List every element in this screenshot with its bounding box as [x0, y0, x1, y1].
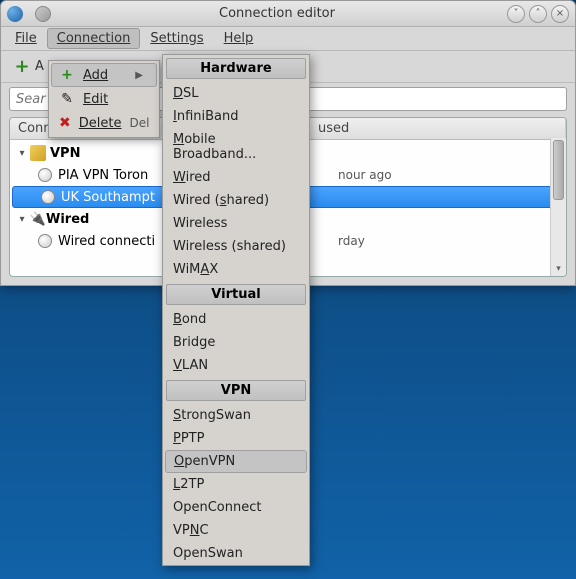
submenu-item-dsl[interactable]: DSL: [163, 82, 309, 105]
pencil-icon: ✎: [59, 91, 75, 107]
connection-icon: [38, 234, 52, 248]
add-connection-submenu: Hardware DSL InfiniBand Mobile Broadband…: [162, 54, 310, 566]
submenu-item-bridge[interactable]: Bridge: [163, 331, 309, 354]
submenu-header-virtual: Virtual: [166, 284, 306, 305]
minimize-button[interactable]: ˅: [507, 5, 525, 23]
menu-file[interactable]: File: [5, 28, 47, 49]
submenu-header-vpn: VPN: [166, 380, 306, 401]
submenu-item-wireless-shared[interactable]: Wireless (shared): [163, 235, 309, 258]
chevron-down-icon[interactable]: ▾: [14, 148, 30, 159]
menu-item-add[interactable]: + Add ▶: [51, 63, 157, 87]
titlebar-aux-icon[interactable]: [35, 6, 51, 22]
submenu-item-wimax[interactable]: WiMAX: [163, 258, 309, 281]
plus-icon: +: [13, 58, 31, 76]
vpn-group-icon: [30, 145, 46, 161]
close-button[interactable]: ×: [551, 5, 569, 23]
submenu-item-vpnc[interactable]: VPNC: [163, 519, 309, 542]
menubar: File Connection Settings Help: [1, 27, 575, 51]
scrollbar[interactable]: ▾: [550, 138, 566, 276]
submenu-header-hardware: Hardware: [166, 58, 306, 79]
submenu-item-wired[interactable]: Wired: [163, 166, 309, 189]
submenu-item-mobile-broadband[interactable]: Mobile Broadband...: [163, 128, 309, 166]
connection-icon: [41, 190, 55, 204]
submenu-item-strongswan[interactable]: StrongSwan: [163, 404, 309, 427]
scroll-down-icon[interactable]: ▾: [551, 262, 566, 276]
menu-connection[interactable]: Connection: [47, 28, 141, 49]
window-title: Connection editor: [51, 6, 503, 21]
submenu-item-openswan[interactable]: OpenSwan: [163, 542, 309, 565]
submenu-item-pptp[interactable]: PPTP: [163, 427, 309, 450]
delete-icon: ✖: [59, 115, 71, 131]
menu-settings[interactable]: Settings: [140, 28, 213, 49]
menu-help[interactable]: Help: [214, 28, 264, 49]
chevron-down-icon[interactable]: ▾: [14, 214, 30, 225]
plus-icon: +: [59, 67, 75, 83]
submenu-item-openconnect[interactable]: OpenConnect: [163, 496, 309, 519]
app-icon: [7, 6, 23, 22]
connection-icon: [38, 168, 52, 182]
submenu-item-l2tp[interactable]: L2TP: [163, 473, 309, 496]
maximize-button[interactable]: ˄: [529, 5, 547, 23]
submenu-item-openvpn[interactable]: OpenVPN: [165, 450, 307, 473]
menu-item-delete[interactable]: ✖ Delete Del: [51, 111, 157, 135]
wired-group-icon: 🔌: [30, 211, 46, 227]
submenu-item-wired-shared[interactable]: Wired (shared): [163, 189, 309, 212]
scroll-thumb[interactable]: [553, 140, 564, 200]
submenu-item-infiniband[interactable]: InfiniBand: [163, 105, 309, 128]
titlebar: Connection editor ˅ ˄ ×: [1, 1, 575, 27]
menu-item-edit[interactable]: ✎ Edit: [51, 87, 157, 111]
submenu-item-vlan[interactable]: VLAN: [163, 354, 309, 377]
connection-menu: + Add ▶ ✎ Edit ✖ Delete Del: [48, 60, 160, 138]
toolbar-add-button[interactable]: + A: [7, 56, 50, 78]
chevron-right-icon: ▶: [135, 70, 143, 81]
submenu-item-bond[interactable]: Bond: [163, 308, 309, 331]
submenu-item-wireless[interactable]: Wireless: [163, 212, 309, 235]
column-used[interactable]: used: [310, 118, 566, 139]
